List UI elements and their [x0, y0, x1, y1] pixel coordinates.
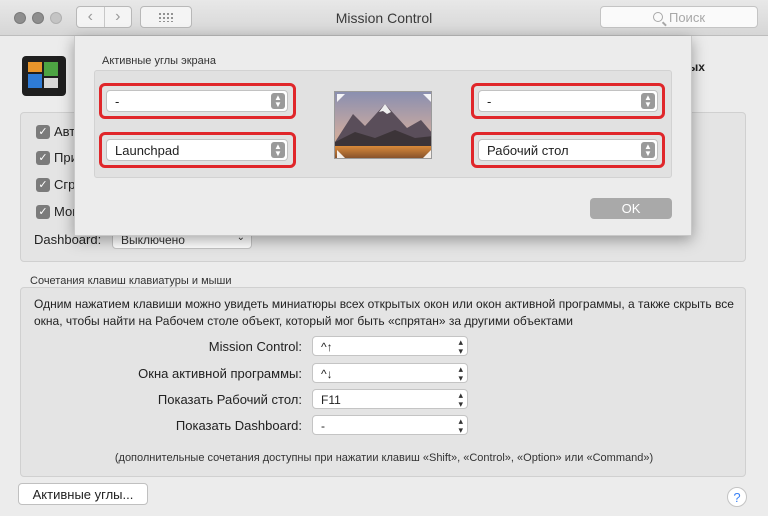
search-icon [652, 12, 663, 22]
shortcut-select[interactable]: ^↓ ▴ ▾ [312, 363, 468, 383]
checkbox-row[interactable]: ✓ При [36, 150, 78, 165]
desktop-preview-image [334, 91, 432, 159]
title-bar: ‹ › Mission Control Поиск [0, 0, 768, 36]
highlight-top-left [99, 83, 296, 119]
up-down-arrows-icon: ▴ ▾ [458, 390, 463, 409]
up-down-arrows-icon: ▴ ▾ [458, 416, 463, 435]
highlight-bottom-left [99, 132, 296, 168]
shortcut-row-mission-control: Mission Control: ^↑ ▴ ▾ [0, 336, 768, 356]
help-button[interactable]: ? [727, 487, 747, 507]
shortcut-value: ^↑ [321, 340, 333, 354]
shortcuts-description: Одним нажатием клавиши можно увидеть мин… [34, 297, 734, 328]
checkbox-checked-icon[interactable]: ✓ [36, 150, 50, 165]
checkbox-row[interactable]: ✓ Мон [36, 204, 79, 219]
sheet-title: Активные углы экрана [102, 55, 216, 67]
shortcut-label: Показать Dashboard: [175, 418, 302, 433]
shortcuts-section-title: Сочетания клавиш клавиатуры и мыши [30, 275, 232, 287]
mission-control-app-icon [22, 56, 66, 96]
shortcut-label: Mission Control: [208, 339, 302, 354]
shortcut-row-show-desktop: Показать Рабочий стол: F11 ▴ ▾ [0, 389, 768, 409]
shortcut-select[interactable]: F11 ▴ ▾ [312, 389, 468, 409]
checkbox-checked-icon[interactable]: ✓ [36, 124, 50, 139]
checkbox-checked-icon[interactable]: ✓ [36, 177, 50, 192]
checkbox-row[interactable]: ✓ Сгр [36, 177, 75, 192]
checkbox-label: Авт [54, 124, 76, 139]
shortcut-row-app-windows: Окна активной программы: ^↓ ▴ ▾ [0, 363, 768, 383]
modifier-keys-note: (дополнительные сочетания доступны при н… [114, 452, 654, 464]
checkbox-row[interactable]: ✓ Авт [36, 124, 75, 139]
shortcut-value: F11 [321, 393, 341, 407]
hot-corners-button[interactable]: Активные углы... [18, 483, 148, 505]
shortcut-value: - [321, 419, 325, 433]
highlight-bottom-right [471, 132, 665, 168]
ok-button[interactable]: OK [590, 198, 672, 219]
search-input[interactable]: Поиск [600, 6, 758, 28]
shortcut-select[interactable]: - ▴ ▾ [312, 415, 468, 435]
shortcut-select[interactable]: ^↑ ▴ ▾ [312, 336, 468, 356]
shortcut-value: ^↓ [321, 367, 333, 381]
shortcut-row-show-dashboard: Показать Dashboard: - ▴ ▾ [0, 415, 768, 435]
checkbox-checked-icon[interactable]: ✓ [36, 204, 50, 219]
shortcut-label: Показать Рабочий стол: [157, 392, 302, 407]
highlight-top-right [471, 83, 665, 119]
search-placeholder: Поиск [668, 9, 706, 25]
up-down-arrows-icon: ▴ ▾ [458, 337, 463, 356]
up-down-arrows-icon: ▴ ▾ [458, 364, 463, 383]
checkbox-label: Сгр [54, 177, 76, 192]
shortcut-label: Окна активной программы: [138, 366, 302, 381]
